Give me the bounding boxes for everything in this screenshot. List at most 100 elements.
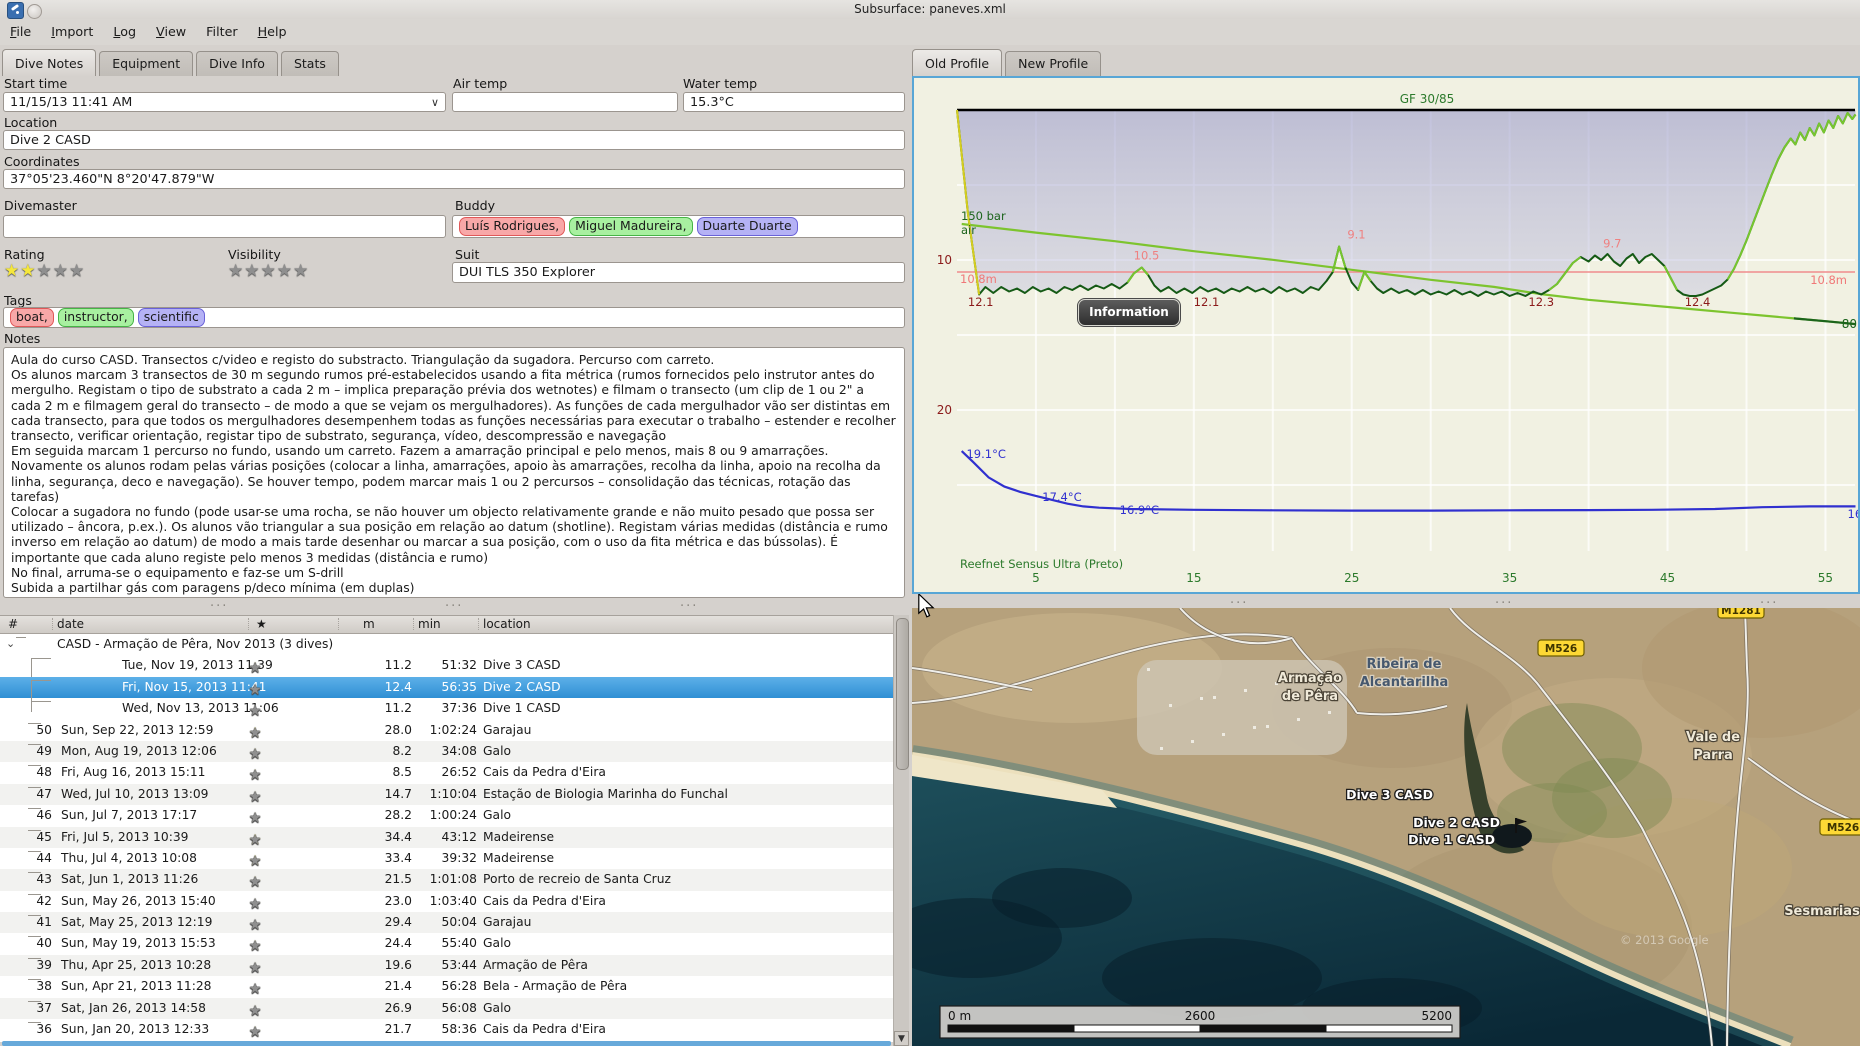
pill-scientific[interactable]: scientific (137, 308, 205, 327)
dive-row[interactable]: 45 Fri, Jul 5, 2013 10:39 ★ ★ ★ ★ ★ 34.4 43:12 Ma… (0, 826, 893, 848)
dive-row[interactable]: 36 Sun, Jan 20, 2013 12:33 ★ ★ ★ ★ ★ 21.7 58:36 C… (0, 1019, 893, 1040)
dive-row[interactable]: 39 Thu, Apr 25, 2013 10:28 ★ ★ ★ ★ ★ 19.6 53:44 A… (0, 954, 893, 977)
divemaster-field[interactable] (3, 215, 446, 238)
scale-left: 0 m (948, 1009, 971, 1023)
col-header-depth[interactable]: m (363, 617, 375, 631)
time-tick: 45 (1660, 571, 1675, 585)
map-dive-site-label[interactable]: Dive 1 CASD (1407, 831, 1497, 849)
depth-tick: 20 (937, 403, 952, 417)
air-temp-field[interactable] (452, 92, 678, 112)
pressure-start-label: 150 bar (961, 209, 1006, 223)
dive-row[interactable]: 49 Mon, Aug 19, 2013 12:06 ★ ★ ★ ★ ★ 8.2 34:08 Ga… (0, 740, 893, 763)
scrollbar-down-button[interactable]: ▼ (894, 1031, 909, 1046)
tags-field[interactable]: boat, instructor, scientific (3, 307, 905, 328)
menu-help[interactable]: Help (248, 19, 297, 43)
map-copyright: © 2013 Google (1620, 933, 1709, 947)
dive-row[interactable]: 44 Thu, Jul 4, 2013 10:08 ★ ★ ★ ★ ★ 33.4 39:32 Ma… (0, 848, 893, 869)
pill-miguel-madureira-[interactable]: Miguel Madureira, (569, 217, 693, 236)
pressure-end-label: 80 (1842, 317, 1857, 331)
dive-row[interactable]: 47 Wed, Jul 10, 2013 13:09 ★ ★ ★ ★ ★ 14.7 1:10:0… (0, 783, 893, 806)
svg-text:M526: M526 (1545, 643, 1577, 655)
suit-field[interactable]: DUI TLS 350 Explorer (452, 262, 905, 283)
location-field[interactable]: Dive 2 CASD (3, 130, 905, 150)
time-tick: 55 (1818, 571, 1833, 585)
dive-row[interactable]: 48 Fri, Aug 16, 2013 15:11 ★ ★ ★ ★ ★ 8.5 26:52 Ca… (0, 762, 893, 783)
col-header-location[interactable]: location (483, 617, 531, 631)
water-temp-field[interactable]: 15.3°C (683, 92, 905, 112)
scrollbar-thumb[interactable] (896, 618, 909, 770)
map-label-ribeira: Ribeira de (1367, 657, 1442, 672)
rating-stars[interactable]: ★★★★★ (4, 261, 85, 281)
dive-row[interactable]: 46 Sun, Jul 7, 2013 17:17 ★ ★ ★ ★ ★ 28.2 1:00:24… (0, 805, 893, 826)
col-header-date[interactable]: date (57, 617, 84, 631)
tab-dive-info[interactable]: Dive Info (196, 51, 278, 76)
dive-trip-row[interactable]: ⌄ CASD - Armação de Pêra, Nov 2013 (3 div… (0, 634, 893, 655)
splitter-handle[interactable]: ··· (680, 599, 698, 614)
tab-equipment[interactable]: Equipment (99, 51, 194, 76)
dive-row[interactable]: 43 Sat, Jun 1, 2013 11:26 ★ ★ ★ ★ ★ 21.5 1:01:08… (0, 869, 893, 891)
dive-row[interactable]: 37 Sat, Jan 26, 2013 14:58 ★ ★ ★ ★ ★ 26.9 56:08 G… (0, 997, 893, 1020)
left-tab-bar: Dive Notes Equipment Dive Info Stats (2, 46, 342, 76)
dive-row[interactable]: Wed, Nov 13, 2013 11:06 ★ ★ ★ ★ ★ 11.2 37:36 Div… (0, 698, 893, 719)
menu-view[interactable]: View (146, 19, 196, 43)
suit-label: Suit (455, 247, 480, 262)
air-temp-label: Air temp (453, 76, 508, 91)
information-button[interactable]: Information (1077, 298, 1181, 327)
notes-label: Notes (4, 331, 41, 346)
menu-import[interactable]: Import (41, 19, 103, 43)
dive-computer-label: Reefnet Sensus Ultra (Preto) (960, 557, 1123, 571)
menu-file[interactable]: File (0, 19, 41, 43)
dive-list-body: ⌄ CASD - Armação de Pêra, Nov 2013 (3 div… (0, 634, 893, 1040)
pill-duarte-duarte[interactable]: Duarte Duarte (696, 217, 798, 236)
chevron-down-icon[interactable]: ∨ (431, 96, 439, 109)
tab-dive-notes[interactable]: Dive Notes (2, 49, 97, 76)
dive-site-map[interactable]: Armação de Pêra Ribeira de Alcantarilha Vale… (912, 608, 1860, 1046)
scale-right: 5200 (1421, 1009, 1452, 1023)
menu-log[interactable]: Log (103, 19, 146, 43)
dive-row[interactable]: 38 Sun, Apr 21, 2013 11:28 ★ ★ ★ ★ ★ 21.4 56:28 B… (0, 976, 893, 997)
pill-boat-[interactable]: boat, (10, 308, 54, 327)
temperature-label: 19.1°C (966, 447, 1005, 461)
temperature-label: 16.9°C (1120, 503, 1159, 517)
depth-tick: 10 (937, 253, 952, 267)
subsurface-window: { "window": { "title": "Subsurface: pane… (0, 0, 1860, 1046)
tab-old-profile[interactable]: Old Profile (912, 49, 1003, 76)
pill-luís-rodrigues-[interactable]: Luís Rodrigues, (459, 217, 566, 236)
max-depth-label: 12.1 (1194, 295, 1220, 309)
col-header-duration[interactable]: min (418, 617, 441, 631)
map-label-sesmarias: Sesmarias (1784, 904, 1860, 919)
dive-row[interactable]: 50 Sun, Sep 22, 2013 12:59 ★ ★ ★ ★ ★ 28.0 1:02:2… (0, 720, 893, 741)
coordinates-field[interactable]: 37°05'23.460"N 8°20'47.879"W (3, 169, 905, 189)
dive-list-header[interactable]: # date ★ m min location (0, 616, 893, 634)
tab-stats[interactable]: Stats (280, 51, 339, 76)
gas-label: air (961, 223, 976, 237)
map-dive-site-label[interactable]: Dive 2 CASD (1412, 814, 1502, 832)
tab-new-profile[interactable]: New Profile (1005, 51, 1102, 76)
scale-mid: 2600 (1185, 1009, 1216, 1023)
visibility-stars[interactable]: ★★★★★ (228, 261, 309, 281)
dive-list-scrollbar[interactable]: ▼ (893, 615, 909, 1046)
map-label-vale: Vale de (1686, 730, 1740, 745)
dive-row[interactable]: 41 Sat, May 25, 2013 12:19 ★ ★ ★ ★ ★ 29.4 50:04 G… (0, 912, 893, 934)
dive-row[interactable]: Tue, Nov 19, 2013 11:39 ★ ★ ★ ★ ★ 11.2 51:32 Div… (0, 655, 893, 681)
dive-list-horizontal-scrollbar[interactable] (2, 1041, 891, 1046)
start-time-combobox[interactable]: 11/15/13 11:41 AM ∨ (3, 92, 446, 112)
dive-row[interactable]: 42 Sun, May 26, 2013 15:40 ★ ★ ★ ★ ★ 23.0 1:03:4… (0, 891, 893, 912)
map-label-ribeira: Alcantarilha (1360, 675, 1449, 690)
col-header-stars[interactable]: ★ (256, 617, 267, 631)
pill-instructor-[interactable]: instructor, (57, 308, 134, 327)
splitter-handle[interactable]: ··· (445, 599, 463, 614)
dive-row[interactable]: 40 Sun, May 19, 2013 15:53 ★ ★ ★ ★ ★ 24.4 55:40 G… (0, 933, 893, 954)
window-title: Subsurface: paneves.xml (854, 2, 1006, 16)
visibility-label: Visibility (228, 247, 281, 262)
map-dive-site-label[interactable]: Dive 3 CASD (1345, 786, 1435, 804)
rating-label: Rating (4, 247, 45, 262)
notes-textarea[interactable]: Aula do curso CASD. Transectos c/video e… (3, 347, 905, 598)
buddy-field[interactable]: Luís Rodrigues, Miguel Madureira, Duarte D… (452, 215, 905, 238)
splitter-handle[interactable]: ··· (210, 599, 228, 614)
expand-arrow-icon[interactable]: ⌄ (6, 637, 15, 650)
temperature-label: 16 (1848, 507, 1858, 521)
dive-row[interactable]: Fri, Nov 15, 2013 11:41 ★ ★ ★ ★ ★ 12.4 56:35 Div… (0, 676, 893, 702)
col-header-num[interactable]: # (8, 617, 18, 631)
menu-filter[interactable]: Filter (196, 19, 247, 43)
